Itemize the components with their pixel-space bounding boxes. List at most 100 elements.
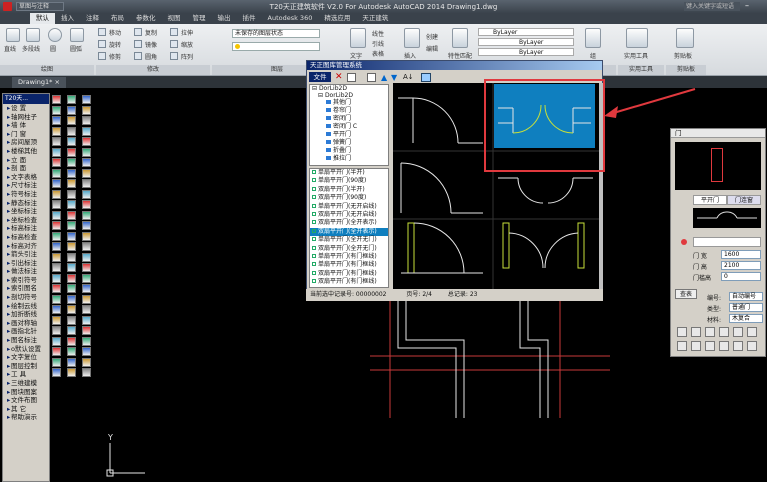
ribbon-tab-0[interactable]: 默认: [30, 13, 55, 24]
thumb-single-door-arc[interactable]: [398, 97, 483, 144]
linear-dim-label[interactable]: 线性: [372, 29, 384, 38]
toolbar-tool-icon[interactable]: [82, 326, 91, 335]
file-menu[interactable]: 文件: [309, 72, 331, 82]
tree-item[interactable]: 密闭门: [310, 115, 388, 123]
toolbar-tool-icon[interactable]: [82, 231, 91, 241]
toolbar-tool-icon[interactable]: [52, 158, 61, 167]
lineweight-dropdown[interactable]: ByLayer: [478, 48, 574, 56]
thumb-single-door-90[interactable]: [400, 162, 483, 214]
tianzheng-menu-item[interactable]: ▸图层控制: [3, 362, 49, 371]
sort-icon[interactable]: A↓: [403, 73, 414, 82]
toolbar-tool-icon[interactable]: [67, 284, 76, 293]
tianzheng-menu-item[interactable]: ▸做法标注: [3, 267, 49, 276]
edit-block-label[interactable]: 编辑: [426, 44, 438, 53]
match-properties-icon[interactable]: [452, 28, 468, 48]
tianzheng-menu-item[interactable]: ▸剖 面: [3, 164, 49, 173]
toolbar-tool-icon[interactable]: [52, 326, 61, 335]
tianzheng-menu-item[interactable]: ▸标高检查: [3, 233, 49, 242]
tianzheng-menu-item[interactable]: ▸设 置: [3, 104, 49, 113]
toolbar-tool-icon[interactable]: [82, 168, 91, 178]
toolbar-tool-icon[interactable]: [52, 221, 61, 230]
door-insert-mode-icon[interactable]: [733, 341, 743, 351]
close-tab-icon[interactable]: ×: [55, 78, 60, 86]
arc-tool-icon[interactable]: [70, 28, 84, 42]
thumb-door-framed[interactable]: [401, 222, 483, 274]
toolbar-tool-icon[interactable]: [67, 116, 76, 125]
toolbar-tool-icon[interactable]: [52, 179, 61, 188]
tianzheng-menu-item[interactable]: ▸画指北针: [3, 327, 49, 336]
door-list-item[interactable]: 双扇平开门(90度): [310, 194, 388, 202]
ribbon-tab-7[interactable]: 输出: [212, 13, 237, 24]
toolbar-tool-icon[interactable]: [67, 95, 76, 104]
toolbar-tool-icon[interactable]: [67, 242, 76, 251]
layer-dropdown[interactable]: [232, 42, 320, 51]
ribbon-tab-11[interactable]: 天正建筑: [356, 13, 394, 24]
tianzheng-menu-item[interactable]: ▸加折断线: [3, 310, 49, 319]
tianzheng-menu-item[interactable]: ▸索引图名: [3, 284, 49, 293]
tree-root[interactable]: ⊟ DorLib2D: [310, 85, 388, 92]
door-list-item[interactable]: 单扇平开门(90度): [310, 177, 388, 185]
tianzheng-menu-item[interactable]: ▸文字复位: [3, 353, 49, 362]
tianzheng-menu-item[interactable]: ▸图名标注: [3, 336, 49, 345]
toolbar-tool-icon[interactable]: [67, 158, 76, 167]
toolbar-tool-icon[interactable]: [52, 242, 61, 251]
toolbar-tool-icon[interactable]: [82, 294, 91, 304]
search-field[interactable]: 键入关键字或短语: [684, 2, 740, 11]
tianzheng-menu-item[interactable]: ▸图块图案: [3, 388, 49, 397]
door-list-item[interactable]: 单扇平开门(全开无门): [310, 236, 388, 244]
lookup-table-button[interactable]: 查表: [675, 289, 697, 299]
ribbon-tab-2[interactable]: 注释: [80, 13, 105, 24]
tree-item[interactable]: 折叠门: [310, 147, 388, 155]
paste-icon[interactable]: [676, 28, 694, 48]
toolbar-tool-icon[interactable]: [82, 315, 91, 325]
toolbar-tool-icon[interactable]: [82, 147, 91, 157]
toolbar-tool-icon[interactable]: [67, 273, 76, 283]
measure-icon[interactable]: [626, 28, 648, 48]
door-insert-mode-icon[interactable]: [705, 327, 715, 337]
polyline-tool-icon[interactable]: [26, 28, 40, 42]
height-input[interactable]: 2100: [721, 261, 761, 270]
drawing-tab[interactable]: Drawing1* ×: [12, 77, 66, 88]
door-list-item[interactable]: 双扇平开门(半开): [310, 186, 388, 194]
toolbar-tool-icon[interactable]: [52, 305, 61, 314]
toolbar-tool-icon[interactable]: [82, 189, 91, 199]
minimize-icon[interactable]: –: [745, 1, 765, 11]
tianzheng-menu-item[interactable]: ▸标高标注: [3, 224, 49, 233]
toolbar-tool-icon[interactable]: [52, 263, 61, 272]
toolbar-tool-icon[interactable]: [52, 95, 61, 104]
tianzheng-menu-item[interactable]: ▸房间屋顶: [3, 138, 49, 147]
insert-block-icon[interactable]: [404, 28, 420, 48]
toolbar-tool-icon[interactable]: [82, 357, 91, 367]
toolbar-tool-icon[interactable]: [82, 126, 91, 136]
modify-tool-3[interactable]: 复制: [134, 27, 170, 38]
toolbar-tool-icon[interactable]: [67, 336, 76, 346]
toolbar-tool-icon[interactable]: [52, 137, 61, 146]
tianzheng-menu-item[interactable]: ▸引出标注: [3, 259, 49, 268]
tree-item[interactable]: 密闭门 C: [310, 123, 388, 131]
door-insert-mode-icon[interactable]: [677, 341, 687, 351]
door-insert-mode-icon[interactable]: [733, 327, 743, 337]
ribbon-tab-10[interactable]: 精选应用: [318, 13, 356, 24]
ribbon-tab-5[interactable]: 视图: [162, 13, 187, 24]
group-icon[interactable]: [585, 28, 601, 48]
toolbar-tool-icon[interactable]: [52, 284, 61, 293]
door-insert-mode-icon[interactable]: [719, 327, 729, 337]
toolbar-tool-icon[interactable]: [52, 252, 61, 262]
toolbar-tool-icon[interactable]: [52, 105, 61, 115]
tianzheng-menu-item[interactable]: ▸文件布图: [3, 396, 49, 405]
toolbar-tool-icon[interactable]: [67, 179, 76, 188]
toolbar-tool-icon[interactable]: [82, 347, 91, 356]
tree-item[interactable]: 平开门: [310, 131, 388, 139]
toolbar-tool-icon[interactable]: [67, 231, 76, 241]
ribbon-tab-4[interactable]: 参数化: [130, 13, 162, 24]
tianzheng-menu-item[interactable]: ▸o默认设置: [3, 345, 49, 354]
toolbar-tool-icon[interactable]: [67, 357, 76, 367]
toolbar-tool-icon[interactable]: [82, 368, 91, 377]
toolbar-tool-icon[interactable]: [67, 137, 76, 146]
toolbar-tool-icon[interactable]: [67, 263, 76, 272]
ribbon-tab-1[interactable]: 插入: [55, 13, 80, 24]
modify-tool-4[interactable]: 镜像: [134, 39, 170, 50]
toolbar-tool-icon[interactable]: [67, 326, 76, 335]
width-input[interactable]: 1600: [721, 250, 761, 259]
tianzheng-menu-item[interactable]: ▸箭头引注: [3, 250, 49, 259]
